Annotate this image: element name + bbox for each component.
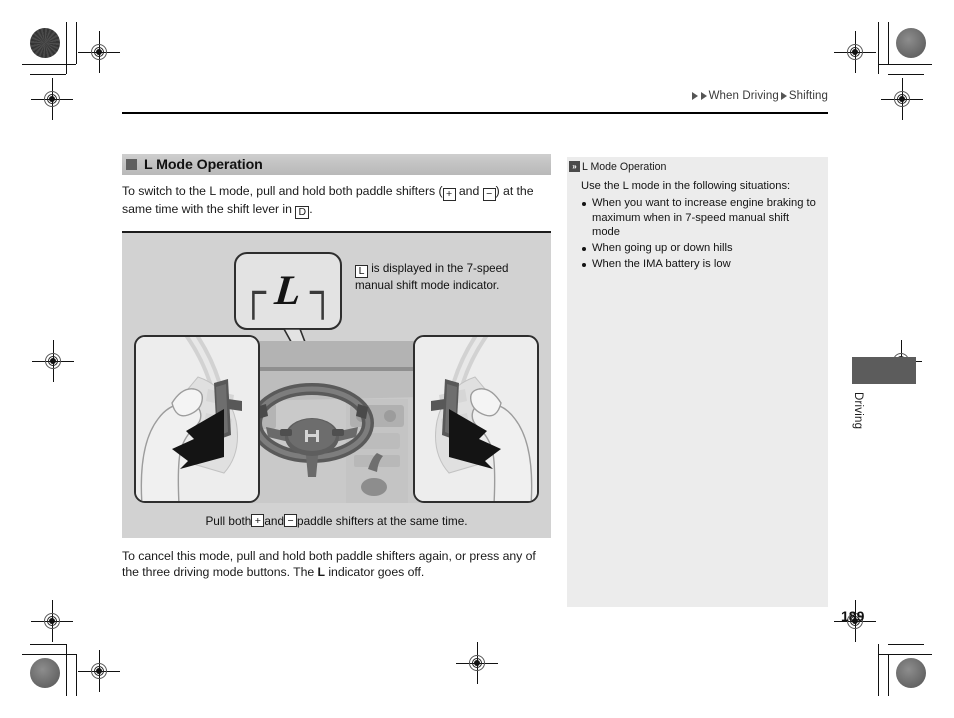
registration-mark-icon: [31, 78, 73, 120]
side-note-panel: » L Mode Operation Use the L mode in the…: [567, 157, 828, 607]
list-item: When the IMA battery is low: [581, 257, 818, 272]
illustration-figure: ┌ L ┐ L is displayed in the 7-speed manu…: [122, 230, 551, 538]
l-key-icon: L: [355, 264, 368, 278]
manual-page: When Driving Shifting L Mode Operation T…: [0, 0, 954, 718]
registration-mark-icon: [881, 78, 923, 120]
breadcrumb-item-when-driving[interactable]: When Driving: [709, 90, 779, 102]
plus-key-icon: +: [442, 187, 456, 201]
list-item: When going up or down hills: [581, 241, 818, 256]
shift-mode-indicator-display: ┌ L ┐: [234, 251, 342, 330]
side-note-list: When you want to increase engine braking…: [581, 196, 818, 272]
gear-d-key-icon: D: [295, 205, 310, 219]
bracket-left-icon: ┌: [240, 264, 267, 316]
indicator-callout-text: is displayed in the 7-speed manual shift…: [355, 261, 509, 292]
section-tab-block: [852, 357, 916, 384]
minus-key-icon: −: [482, 187, 496, 201]
registration-mark-icon: [78, 650, 120, 692]
halftone-dot-icon: [30, 28, 60, 58]
registration-mark-icon: [32, 340, 74, 382]
right-paddle-shifter-panel: [413, 334, 539, 503]
section-heading-label: L Mode Operation: [144, 156, 263, 173]
cancel-instructions-paragraph: To cancel this mode, pull and hold both …: [122, 548, 551, 581]
side-note-lead: Use the L mode in the following situatio…: [581, 180, 791, 192]
breadcrumb: When Driving Shifting: [691, 90, 828, 102]
tail-text-b: indicator goes off.: [325, 565, 425, 580]
bracket-right-icon: ┐: [309, 264, 336, 316]
header-divider: [122, 112, 828, 114]
registration-mark-icon: [31, 600, 73, 642]
caption-text-b: and: [264, 513, 285, 528]
halftone-dot-icon: [896, 28, 926, 58]
section-bullet-icon: [126, 159, 137, 170]
intro-text-b: and: [455, 184, 483, 198]
section-tab-label: Driving: [852, 392, 864, 430]
main-content-column: L Mode Operation To switch to the L mode…: [122, 154, 551, 593]
section-heading: L Mode Operation: [122, 154, 551, 175]
illustration-caption: Pull both + and − paddle shifters at the…: [122, 503, 551, 538]
chevron-right-icon: [780, 92, 787, 100]
caption-text-a: Pull both: [205, 513, 252, 528]
halftone-dot-icon: [30, 658, 60, 688]
intro-text-a: To switch to the L mode, pull and hold b…: [122, 184, 443, 198]
list-item: When you want to increase engine braking…: [581, 196, 818, 240]
registration-mark-icon: [834, 31, 876, 73]
halftone-dot-icon: [896, 658, 926, 688]
chevron-right-icon: [700, 92, 707, 100]
intro-paragraph: To switch to the L mode, pull and hold b…: [122, 183, 551, 219]
dashboard-scene: [250, 340, 423, 503]
page-number: 189: [841, 608, 865, 624]
minus-key-icon: −: [284, 514, 298, 528]
l-indicator-glyph: L: [272, 267, 304, 314]
side-note-body: Use the L mode in the following situatio…: [567, 173, 828, 272]
registration-mark-icon: [78, 31, 120, 73]
side-note-title-label: L Mode Operation: [582, 161, 667, 173]
tail-bold-l: L: [317, 565, 326, 580]
breadcrumb-item-shifting[interactable]: Shifting: [789, 90, 828, 102]
left-paddle-shifter-panel: [134, 334, 260, 503]
plus-key-icon: +: [251, 514, 265, 528]
indicator-callout-note: L is displayed in the 7-speed manual shi…: [355, 261, 530, 293]
side-note-title: » L Mode Operation: [567, 157, 828, 173]
chevron-right-icon: [691, 92, 698, 100]
double-chevron-icon: »: [569, 161, 580, 172]
registration-mark-icon: [456, 642, 498, 684]
intro-text-d: .: [309, 201, 313, 216]
caption-text-c: paddle shifters at the same time.: [297, 513, 468, 528]
